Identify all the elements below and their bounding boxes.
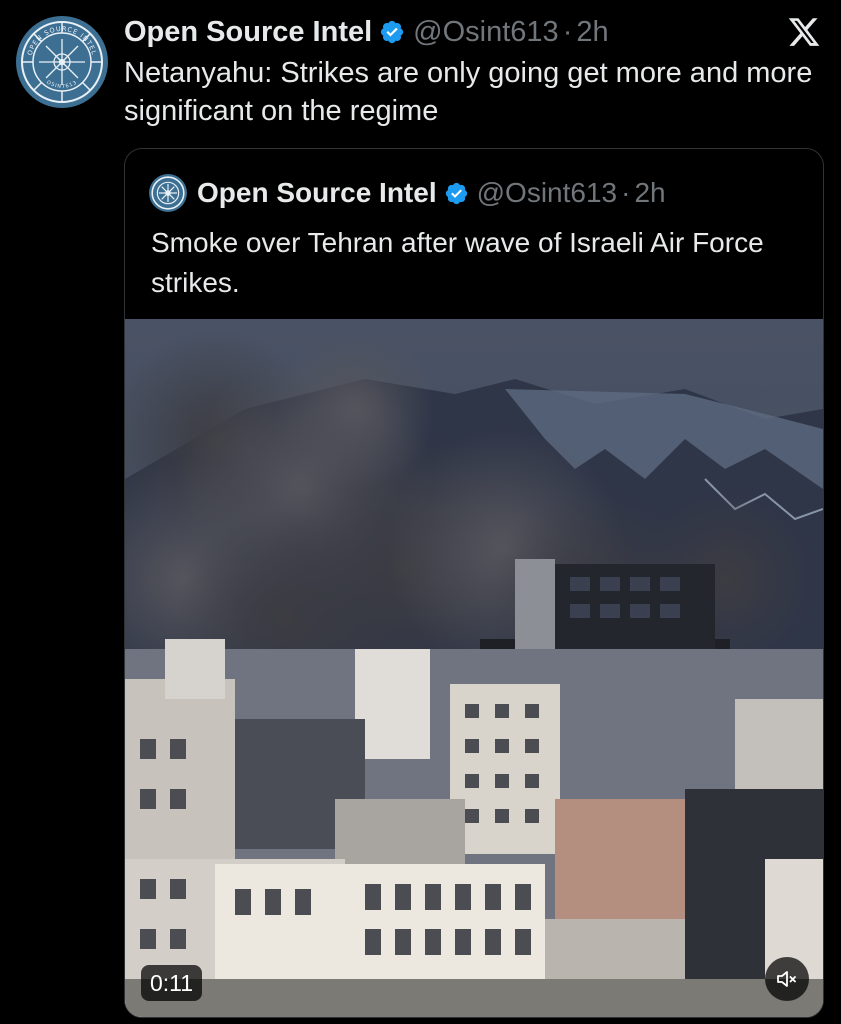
avatar [149, 174, 187, 212]
quoted-tweet-text: Smoke over Tehran after wave of Israeli … [151, 227, 764, 298]
tweet-header: Open Source Intel @Osint613 · 2h [124, 12, 609, 52]
quoted-author-name[interactable]: Open Source Intel [197, 177, 437, 209]
author-handle[interactable]: @Osint613 [413, 16, 559, 49]
video-duration: 0:11 [141, 965, 203, 1001]
verified-badge-icon [379, 19, 405, 45]
mute-button[interactable] [765, 957, 809, 1001]
speaker-muted-icon [777, 971, 796, 987]
osint-logo-icon: OPEN SOURCE INTEL OSINT613 [21, 21, 103, 103]
quoted-tweet-timestamp: 2h [634, 177, 666, 208]
tweet-screen: OPEN SOURCE INTEL OSINT613 Open Source I… [0, 0, 841, 1024]
video-player[interactable]: 0:11 [125, 319, 823, 1017]
quoted-tweet-card[interactable]: Open Source Intel @Osint613 · 2h Smoke o… [124, 148, 824, 1018]
video-frame [125, 319, 823, 1017]
tweet-timestamp[interactable]: 2h [576, 16, 608, 49]
avatar[interactable]: OPEN SOURCE INTEL OSINT613 [16, 16, 108, 108]
osint-logo-icon [151, 176, 185, 210]
x-logo-icon[interactable] [784, 12, 824, 52]
quoted-author-handle[interactable]: @Osint613 [477, 177, 618, 209]
dot-separator: · [562, 15, 573, 48]
tweet-text: Netanyahu: Strikes are only going get mo… [124, 57, 813, 127]
dot-separator: · [621, 177, 631, 208]
verified-badge-icon [444, 181, 469, 206]
author-name[interactable]: Open Source Intel [124, 16, 372, 49]
quoted-tweet-header: Open Source Intel @Osint613 · 2h [149, 174, 666, 212]
